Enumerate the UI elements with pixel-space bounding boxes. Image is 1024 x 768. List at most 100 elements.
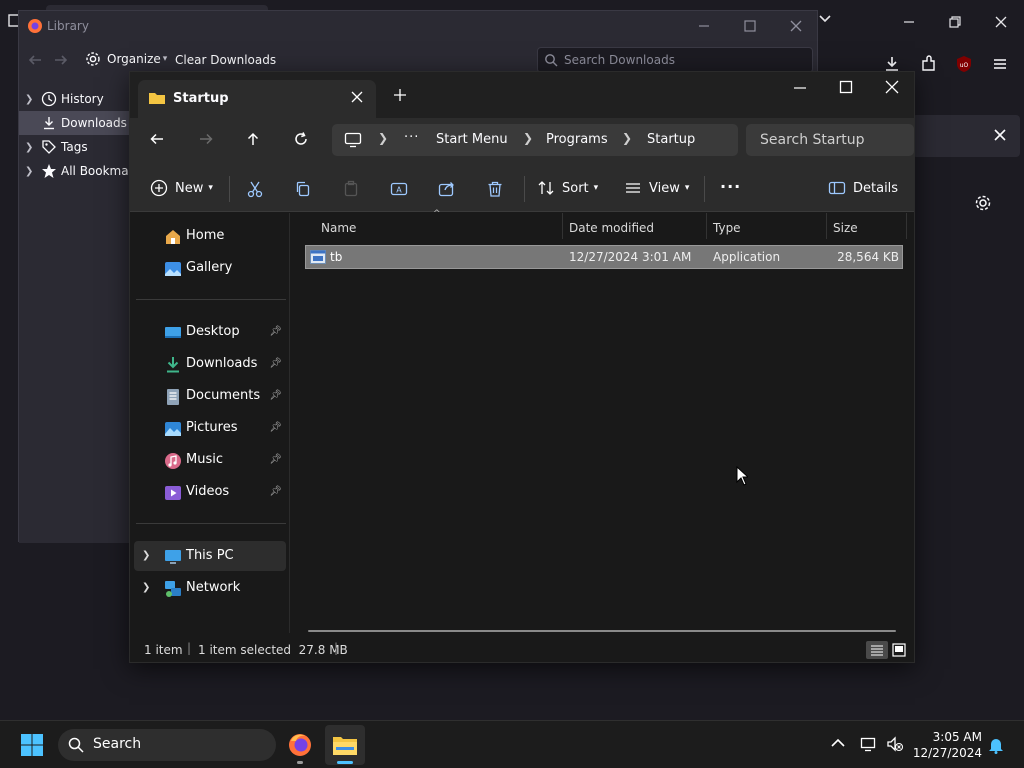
chevron-right-icon[interactable]: ❯	[142, 550, 150, 561]
cut-icon[interactable]	[243, 177, 267, 201]
delete-icon[interactable]	[483, 177, 507, 201]
rename-icon[interactable]: A	[387, 177, 411, 201]
up-icon[interactable]	[245, 131, 261, 147]
nav-item-network[interactable]: ❯ Network	[134, 573, 286, 603]
nav-item-videos[interactable]: Videos 📌︎	[134, 477, 286, 507]
pin-icon[interactable]: 📌︎	[269, 390, 282, 401]
new-button[interactable]: New ▾	[150, 179, 213, 197]
back-icon[interactable]	[27, 52, 43, 68]
menu-icon[interactable]	[986, 50, 1014, 78]
forward-icon[interactable]	[53, 52, 69, 68]
status-bar: 1 item | 1 item selected 27.8 MB |	[130, 638, 914, 662]
explorer-maximize-button[interactable]	[838, 79, 854, 95]
divider	[136, 299, 286, 300]
column-header-size[interactable]: Size	[833, 221, 858, 235]
pin-icon[interactable]: 📌︎	[269, 422, 282, 433]
this-pc-icon	[344, 132, 362, 148]
refresh-icon[interactable]	[293, 131, 309, 147]
pin-icon[interactable]: 📌︎	[269, 486, 282, 497]
new-tab-button[interactable]	[393, 88, 407, 102]
ublock-icon[interactable]: uO	[950, 50, 978, 78]
taskbar-firefox[interactable]	[280, 725, 320, 765]
horizontal-scrollbar[interactable]	[308, 630, 896, 632]
close-tab-icon[interactable]	[350, 90, 364, 104]
more-locations-icon[interactable]: ···	[404, 130, 419, 145]
breadcrumb-start-menu[interactable]: Start Menu	[436, 132, 508, 147]
chevron-down-icon[interactable]	[818, 14, 832, 24]
column-header-date[interactable]: Date modified	[569, 221, 654, 235]
pin-icon[interactable]: 📌︎	[269, 454, 282, 465]
close-icon[interactable]	[992, 127, 1008, 143]
network-tray-icon[interactable]	[860, 735, 878, 753]
running-indicator	[297, 761, 303, 764]
windows-start-icon[interactable]	[20, 733, 44, 757]
paste-icon[interactable]	[339, 177, 363, 201]
copy-icon[interactable]	[291, 177, 315, 201]
view-button[interactable]: View ▾	[624, 179, 689, 197]
column-header-type[interactable]: Type	[713, 221, 741, 235]
nav-item-music[interactable]: Music 📌︎	[134, 445, 286, 475]
firefox-restore-button[interactable]	[940, 10, 970, 34]
chevron-up-icon[interactable]	[830, 737, 846, 749]
tree-item-history[interactable]: ❯ History	[19, 87, 131, 111]
explorer-minimize-button[interactable]	[792, 80, 808, 96]
chevron-right-icon[interactable]: ❯	[142, 582, 150, 593]
search-icon	[545, 54, 558, 67]
nav-item-desktop[interactable]: Desktop 📌︎	[134, 317, 286, 347]
clear-downloads-button[interactable]: Clear Downloads	[175, 53, 276, 67]
nav-item-gallery[interactable]: Gallery	[134, 253, 286, 283]
firefox-minimize-button[interactable]	[894, 10, 924, 34]
back-icon[interactable]	[149, 131, 165, 147]
nav-item-downloads[interactable]: Downloads 📌︎	[134, 349, 286, 379]
nav-item-home[interactable]: Home	[134, 221, 286, 251]
share-icon[interactable]	[435, 177, 459, 201]
system-clock[interactable]: 3:05 AM 12/27/2024	[912, 729, 982, 761]
library-search-input[interactable]: Search Downloads	[537, 47, 813, 73]
taskbar-file-explorer[interactable]	[325, 725, 365, 765]
taskbar-search-box[interactable]: Search	[58, 729, 276, 761]
library-close-button[interactable]	[789, 19, 803, 33]
organize-button[interactable]: Organize ▾	[85, 51, 167, 67]
forward-icon[interactable]	[198, 131, 214, 147]
column-divider[interactable]	[906, 213, 907, 239]
explorer-close-button[interactable]	[884, 79, 900, 95]
column-divider[interactable]	[562, 213, 563, 239]
column-divider[interactable]	[706, 213, 707, 239]
extensions-icon[interactable]	[914, 50, 942, 78]
column-header-name[interactable]: Name	[321, 221, 356, 235]
tree-item-tags[interactable]: ❯ Tags	[19, 135, 131, 159]
downloads-icon	[167, 357, 179, 373]
gear-icon[interactable]	[974, 194, 992, 212]
navigation-pane: Home Gallery Desktop 📌︎ Downloads 📌︎ Doc…	[130, 213, 290, 633]
notification-bell-icon[interactable]	[988, 736, 1004, 754]
details-view-button[interactable]	[866, 641, 888, 659]
nav-item-documents[interactable]: Documents 📌︎	[134, 381, 286, 411]
file-row[interactable]: tb 12/27/2024 3:01 AM Application 28,564…	[305, 245, 903, 269]
more-options-icon[interactable]: ···	[720, 177, 741, 196]
library-minimize-button[interactable]	[697, 19, 711, 33]
selection-info: 1 item selected 27.8 MB	[198, 643, 348, 657]
tiles-view-button[interactable]	[890, 641, 908, 659]
explorer-search-input[interactable]: Search Startup	[746, 124, 914, 156]
pin-icon[interactable]: 📌︎	[269, 358, 282, 369]
breadcrumb-startup[interactable]: Startup	[647, 132, 695, 147]
separator	[524, 176, 525, 202]
plus-circle-icon	[150, 179, 168, 197]
breadcrumb-programs[interactable]: Programs	[546, 132, 608, 147]
nav-item-this-pc[interactable]: ❯ This PC	[134, 541, 286, 571]
tree-item-downloads[interactable]: Downloads	[19, 111, 131, 135]
documents-icon	[167, 389, 179, 405]
address-bar[interactable]: ❯ ··· Start Menu ❯ Programs ❯ Startup	[332, 124, 738, 156]
volume-muted-icon[interactable]	[886, 735, 904, 753]
tab-startup[interactable]: Startup	[138, 80, 376, 118]
pin-icon[interactable]: 📌︎	[269, 326, 282, 337]
explorer-address-row: ❯ ··· Start Menu ❯ Programs ❯ Startup Se…	[130, 118, 914, 166]
library-maximize-button[interactable]	[743, 19, 757, 33]
firefox-close-button[interactable]	[986, 10, 1016, 34]
divider	[136, 523, 286, 524]
details-button[interactable]: Details	[828, 179, 898, 197]
nav-item-pictures[interactable]: Pictures 📌︎	[134, 413, 286, 443]
tree-item-all-bookmarks[interactable]: ❯ All Bookmarks	[19, 159, 147, 183]
sort-button[interactable]: Sort ▾	[537, 179, 598, 197]
column-divider[interactable]	[826, 213, 827, 239]
